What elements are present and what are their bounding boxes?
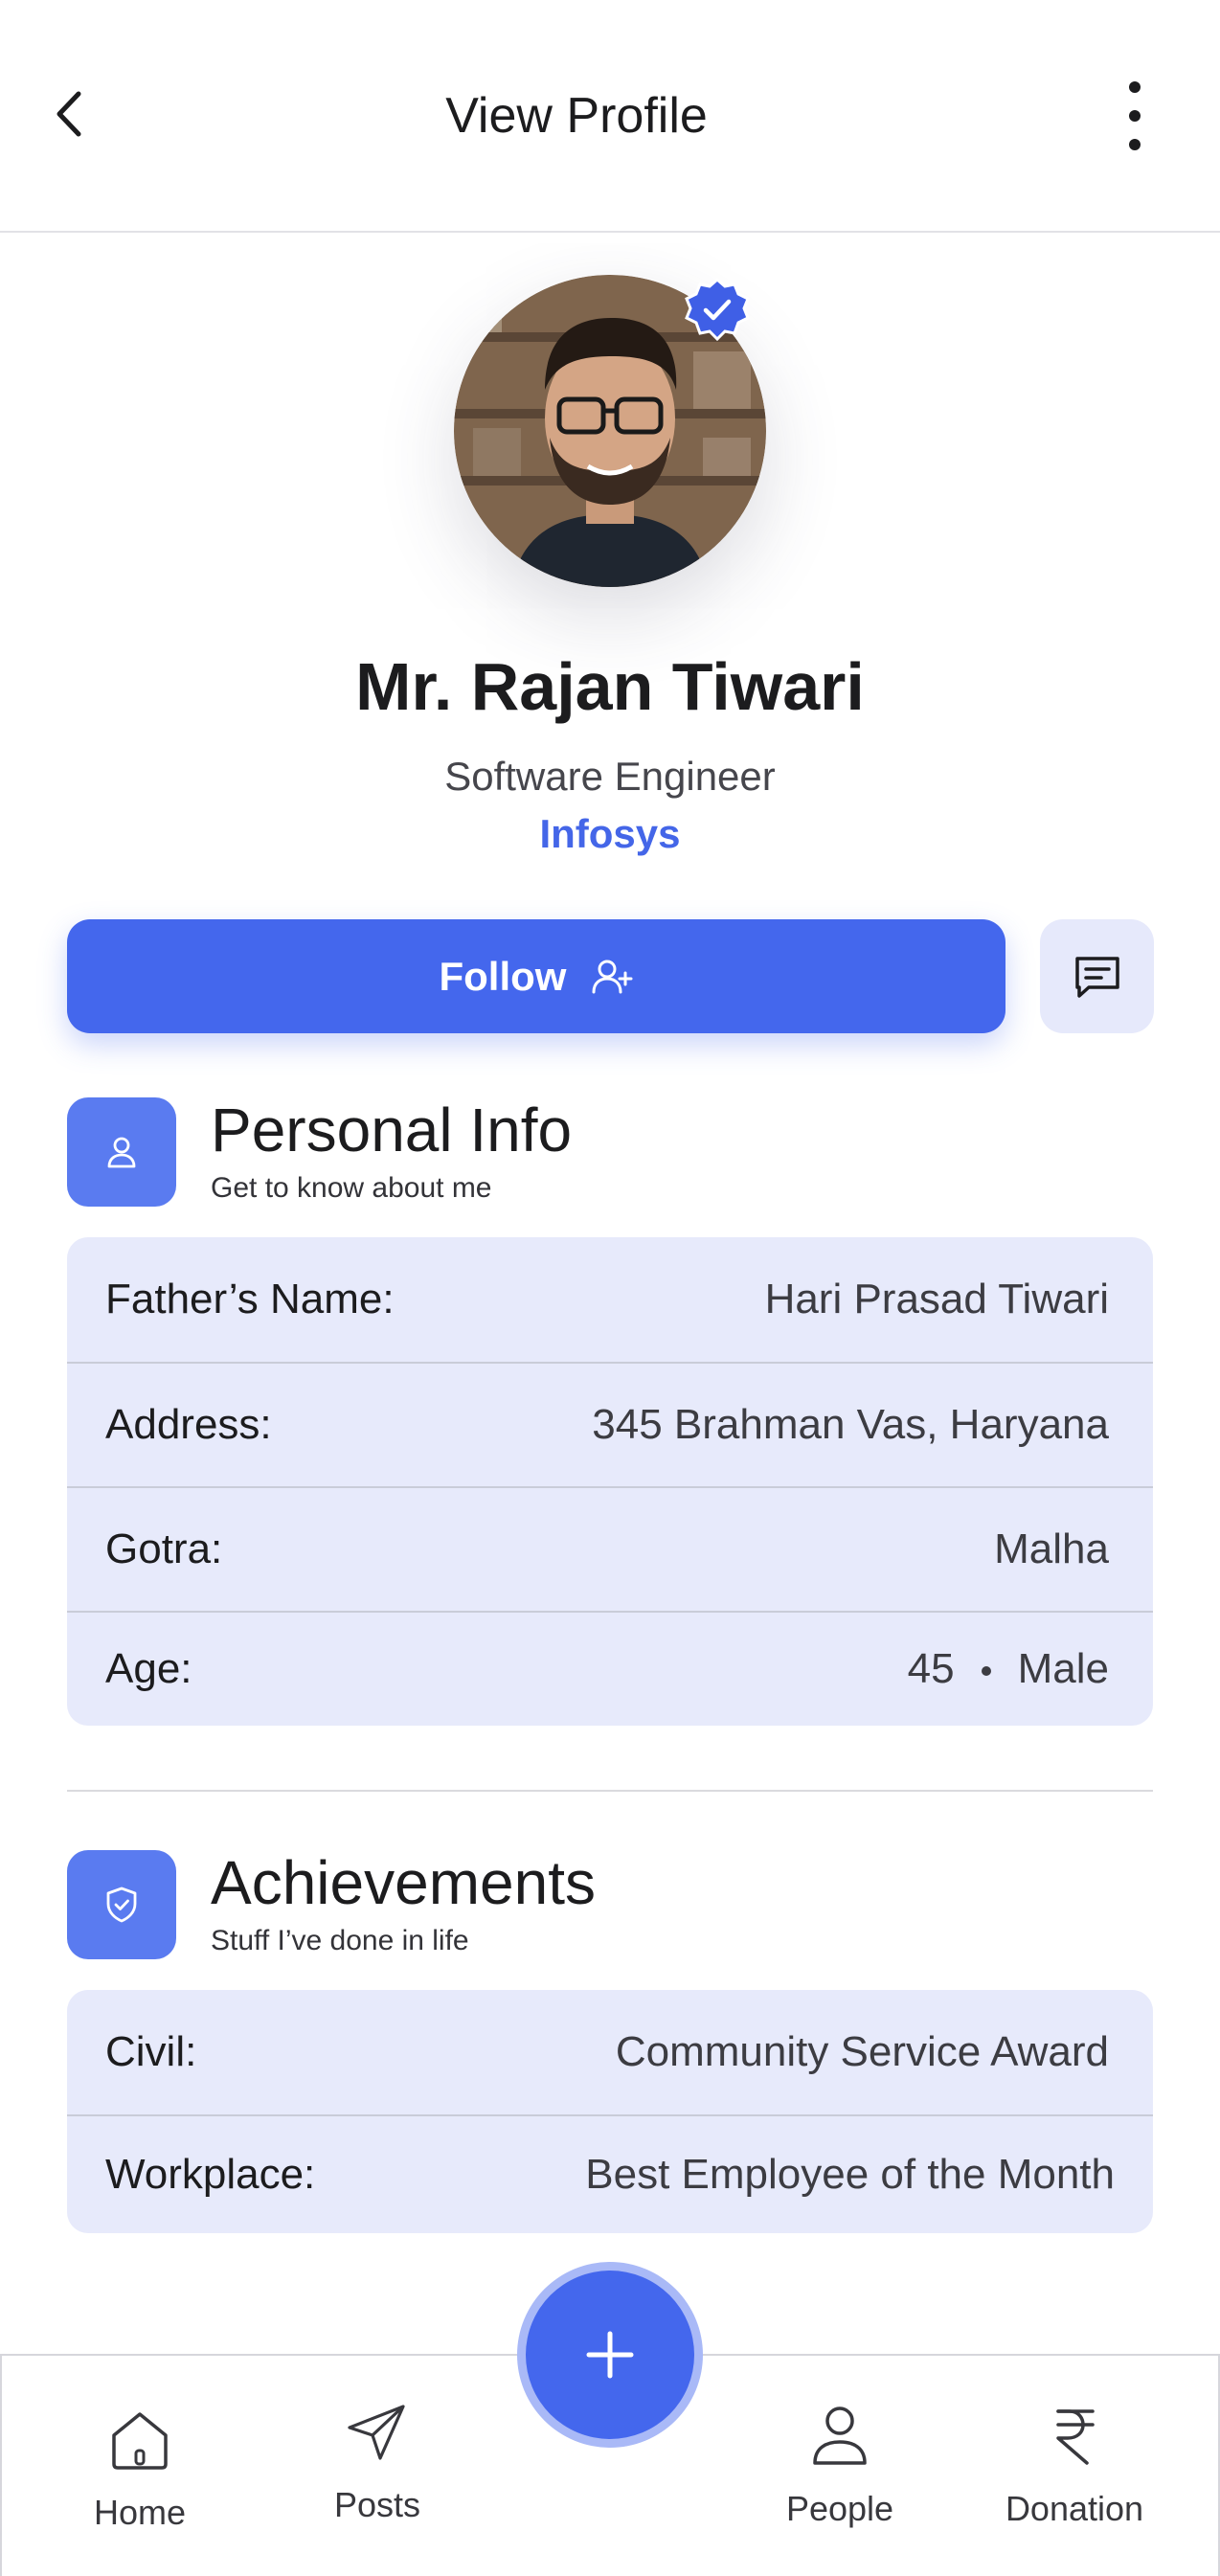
personal-info-card: Father’s Name: Hari Prasad Tiwari Addres…: [67, 1237, 1153, 1726]
nav-label-home: Home: [93, 2493, 187, 2532]
follow-button-label: Follow: [439, 953, 567, 999]
avatar-container: [454, 275, 766, 587]
user-plus-icon: [592, 960, 633, 993]
rupee-icon: [1056, 2409, 1095, 2465]
nav-item-home[interactable]: Home: [44, 2402, 236, 2534]
info-value: Hari Prasad Tiwari: [764, 1276, 1109, 1322]
personal-info-title: Personal Info: [211, 1096, 573, 1164]
nav-item-people[interactable]: People: [744, 2398, 936, 2530]
user-icon: [107, 1137, 136, 1168]
info-value: Best Employee of the Month: [585, 2151, 1115, 2198]
follow-button[interactable]: Follow: [67, 919, 1005, 1033]
message-icon: [1074, 956, 1119, 998]
age-value: 45: [907, 1645, 955, 1692]
achievements-badge: [67, 1850, 176, 1959]
achievement-row-workplace: Workplace: Best Employee of the Month: [67, 2114, 1153, 2233]
info-value: Malha: [994, 1525, 1109, 1572]
nav-item-posts[interactable]: Posts: [282, 2394, 473, 2526]
personal-info-header: Personal Info Get to know about me: [67, 1096, 1153, 1207]
personal-info-subtitle: Get to know about me: [211, 1172, 492, 1204]
nav-item-donation[interactable]: Donation: [979, 2398, 1170, 2530]
info-value: 345 Brahman Vas, Haryana: [592, 1401, 1109, 1448]
plus-icon: [586, 2331, 634, 2379]
dot-separator: [981, 1666, 991, 1677]
more-vertical-icon: [1129, 81, 1141, 93]
send-icon: [348, 2405, 405, 2460]
section-divider: [67, 1790, 1153, 1792]
nav-label-people: People: [785, 2489, 894, 2528]
info-label: Address:: [105, 1401, 272, 1448]
info-label: Father’s Name:: [105, 1276, 395, 1322]
message-button[interactable]: [1040, 919, 1154, 1033]
achievements-card: Civil: Community Service Award Workplace…: [67, 1990, 1153, 2233]
home-icon: [112, 2412, 168, 2470]
info-value: Community Service Award: [615, 2028, 1109, 2075]
achievements-subtitle: Stuff I’ve done in life: [211, 1925, 469, 1956]
achievements-header: Achievements Stuff I’ve done in life: [67, 1848, 1153, 1959]
gender-value: Male: [1017, 1645, 1109, 1692]
create-post-fab[interactable]: [517, 2262, 703, 2448]
nav-label-posts: Posts: [333, 2485, 421, 2524]
achievement-row-civil: Civil: Community Service Award: [67, 1990, 1153, 2114]
info-row-address: Address: 345 Brahman Vas, Haryana: [67, 1362, 1153, 1486]
info-label: Workplace:: [105, 2151, 316, 2198]
info-label: Civil:: [105, 2028, 197, 2075]
info-label: Gotra:: [105, 1525, 223, 1572]
info-row-gotra: Gotra: Malha: [67, 1486, 1153, 1611]
info-row-age: Age: 45 Male: [67, 1611, 1153, 1726]
profile-role: Software Engineer: [444, 754, 776, 799]
personal-info-badge: [67, 1097, 176, 1207]
info-label: Age:: [105, 1645, 192, 1692]
nav-label-donation: Donation: [1005, 2489, 1144, 2528]
achievements-title: Achievements: [211, 1848, 596, 1917]
verified-badge-icon: [685, 278, 750, 342]
info-value-age-gender: 45 Male: [908, 1645, 1109, 1693]
info-row-fathers-name: Father’s Name: Hari Prasad Tiwari: [67, 1237, 1153, 1362]
user-icon: [813, 2407, 867, 2465]
page-title: View Profile: [445, 88, 708, 144]
top-app-bar: View Profile: [0, 0, 1220, 233]
profile-name: Mr. Rajan Tiwari: [355, 649, 865, 724]
more-options-button[interactable]: [1120, 81, 1149, 150]
profile-company-link[interactable]: Infosys: [0, 809, 1220, 859]
shield-check-icon: [106, 1887, 137, 1923]
